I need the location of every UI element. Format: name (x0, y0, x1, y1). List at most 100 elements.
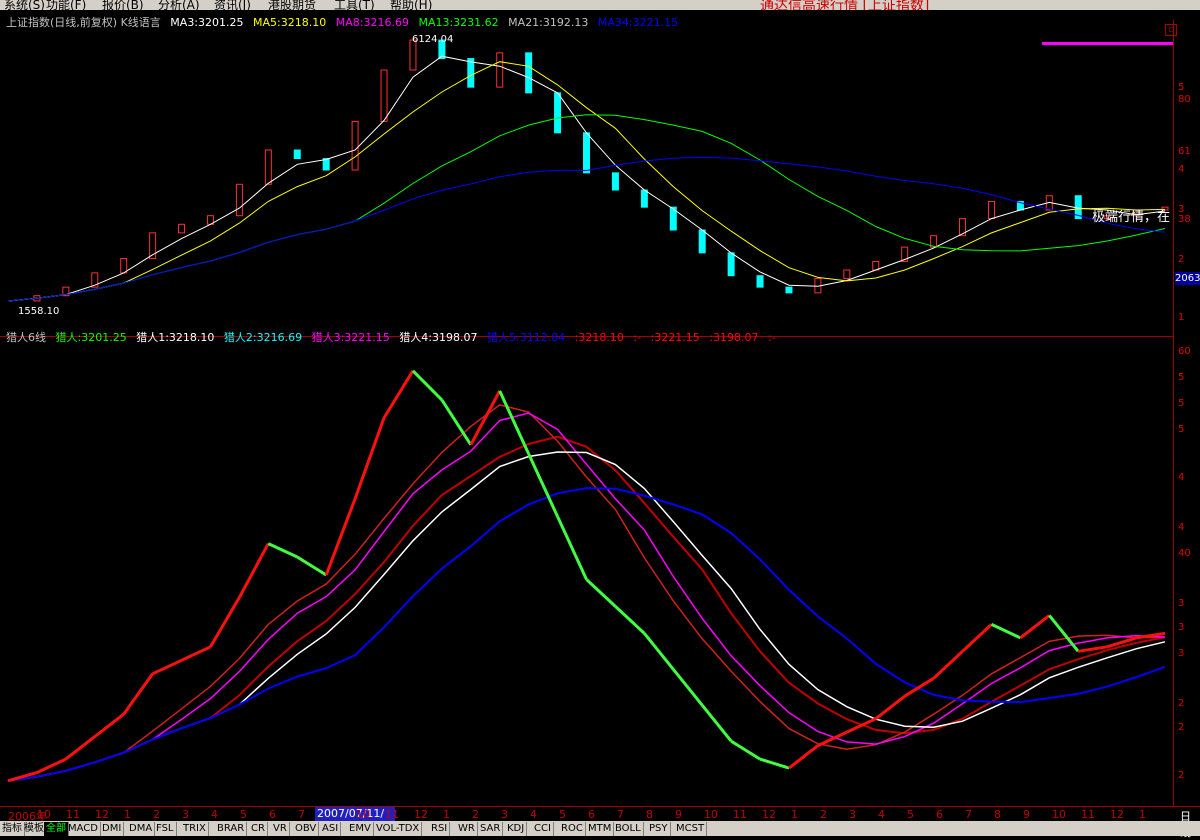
hunter-main-segment (324, 498, 357, 576)
date-label: 11 (66, 808, 80, 821)
hunter-indicator-chart[interactable] (0, 340, 1173, 810)
indicator-tab[interactable]: CR (249, 822, 268, 836)
indicator-tab[interactable]: EMV (347, 822, 374, 836)
hunter-main-segment (932, 650, 964, 680)
indicator-tab[interactable]: DMA (127, 822, 156, 836)
indicator-tab[interactable]: BRAR (215, 822, 248, 836)
main-price-chart[interactable] (0, 10, 1173, 326)
indicator-tab[interactable]: DMI (100, 822, 125, 836)
menu-function[interactable]: 功能(F) (46, 0, 86, 10)
hunter-main-segment (238, 542, 270, 599)
sub-axis-label: 2 (1178, 770, 1185, 781)
candlestick (525, 52, 533, 94)
candlestick (235, 183, 243, 217)
right-axis-label: 1 (1178, 312, 1185, 323)
current-price-tag: 2063 (1175, 272, 1200, 285)
menu-help[interactable]: 帮助(H) (390, 0, 432, 10)
right-axis-label: 61 (1178, 146, 1191, 157)
chart-area[interactable]: 上证指数(日线,前复权) K线语言 MA3:3201.25 MA5:3218.1… (0, 10, 1200, 820)
sub-axis-label: 4 (1178, 472, 1185, 483)
hunter-main-segment (151, 658, 183, 676)
candlestick (756, 275, 764, 288)
date-label: 9 (675, 808, 682, 821)
date-label: 9 (1023, 808, 1030, 821)
candlestick (987, 200, 995, 220)
menu-system[interactable]: 系统(S) (4, 0, 45, 10)
menu-analysis[interactable]: 分析(A) (158, 0, 200, 10)
indicator-tab[interactable]: MCST (674, 822, 708, 836)
sub-axis-label: 3 (1178, 598, 1185, 609)
hunter-main-segment (296, 555, 327, 577)
date-label: 7 (298, 808, 305, 821)
date-label: 5 (559, 808, 566, 821)
hunter-main-segment (527, 453, 559, 518)
indicator-tab[interactable]: PSY (647, 822, 671, 836)
date-axis: 2006年10111212345672007/07/11/三1011121234… (0, 806, 1200, 839)
stock-app-window: 系统(S) 功能(F) 报价(B) 分析(A) 资讯(J) 港股期货 工具(T)… (0, 0, 1200, 839)
candlestick (785, 286, 793, 294)
date-label: 6 (269, 808, 276, 821)
date-label: 5 (240, 808, 247, 821)
indicator-tab[interactable]: KDJ (505, 822, 528, 836)
candlestick (351, 120, 359, 171)
indicator-tab[interactable]: CCI (532, 822, 554, 836)
menu-news[interactable]: 资讯(J) (214, 0, 251, 10)
hunter-main-segment (440, 399, 473, 446)
date-label: 2 (820, 808, 827, 821)
hunter2-line (7, 412, 1166, 782)
hunter-main-segment (122, 672, 154, 716)
date-label: 6 (588, 808, 595, 821)
date-label: 4 (530, 808, 537, 821)
indicator-tab[interactable]: MTM (586, 822, 615, 836)
date-label: 7 (617, 808, 624, 821)
hunter-main-segment (382, 370, 415, 419)
indicator-tab[interactable]: TRIX (181, 822, 209, 836)
date-label: 12 (762, 808, 776, 821)
indicator-tab[interactable]: OBV (293, 822, 320, 836)
indicator-tab[interactable]: BOLL (613, 822, 644, 836)
indicator-tab[interactable]: FSL (154, 822, 177, 836)
candlestick (727, 252, 735, 277)
hunter-main-segment (672, 668, 704, 707)
hunter-main-segment (701, 704, 733, 743)
hunter-main-segment (961, 623, 993, 653)
overlay-text: 极端行情，在 (1092, 210, 1171, 225)
date-label: 12 (95, 808, 109, 821)
hunter-main-segment (267, 542, 298, 559)
sub-axis-label: 5 (1178, 424, 1185, 435)
candlestick (872, 260, 880, 271)
candlestick (467, 58, 475, 88)
indicator-tab[interactable]: ASI (320, 822, 342, 836)
date-label: 4 (878, 808, 885, 821)
date-label: 12 (414, 808, 428, 821)
indicator-tab[interactable]: MACD (66, 822, 101, 836)
hunter-main-segment (411, 369, 443, 401)
indicator-tab[interactable]: SAR (478, 822, 504, 836)
indicator-tab[interactable]: VOL-TDX (374, 822, 423, 836)
date-label: 10 (1052, 808, 1066, 821)
hunter-main-segment (730, 739, 761, 761)
candlestick (554, 92, 562, 134)
menu-tools[interactable]: 工具(T) (334, 0, 375, 10)
indicator-tab[interactable]: RSI (429, 822, 451, 836)
sub-axis-label: 3 (1178, 622, 1185, 633)
date-label: 11 (1081, 808, 1095, 821)
hunter-main-segment (1019, 614, 1051, 640)
date-label: 1 (791, 808, 798, 821)
indicator-tab[interactable]: VR (271, 822, 290, 836)
hunter-main-segment (36, 757, 67, 774)
sub-axis-label: 5 (1178, 372, 1185, 383)
date-label: 1 (124, 808, 131, 821)
right-axis-label: 80 (1178, 94, 1191, 105)
indicator-tab[interactable]: WR (456, 822, 478, 836)
indicator-tab[interactable]: ROC (559, 822, 586, 836)
menu-quote[interactable]: 报价(B) (102, 0, 144, 10)
sub-axis-label: 2 (1178, 722, 1185, 733)
hunter3-line (7, 404, 1166, 782)
date-label: 12 (1110, 808, 1124, 821)
date-label: 6 (936, 808, 943, 821)
low-price-label: 1558.10 (18, 306, 60, 317)
menu-hk-futures[interactable]: 港股期货 (268, 0, 316, 10)
indicator-tab-bar: 指标 模板 全部 MACD DMI DMA FSL TRIX BRAR CR VR OBV ASI EMV… (0, 821, 1200, 836)
date-label: 8 (646, 808, 653, 821)
